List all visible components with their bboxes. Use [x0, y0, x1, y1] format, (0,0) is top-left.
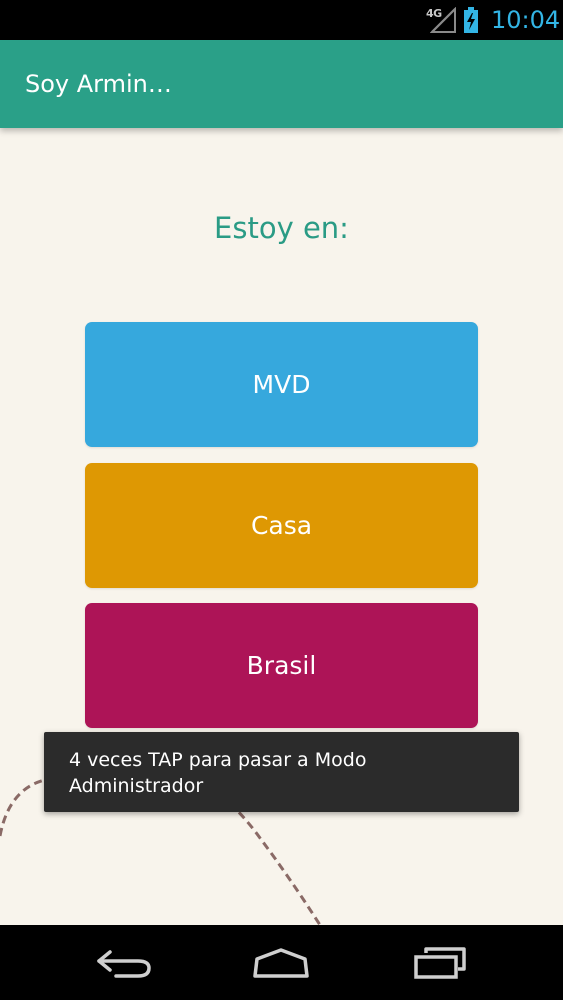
home-icon: [253, 948, 309, 978]
casa-button[interactable]: Casa: [85, 463, 478, 588]
mvd-button[interactable]: MVD: [85, 322, 478, 447]
casa-button-label: Casa: [250, 511, 313, 540]
toast-text: 4 veces TAP para pasar a Modo Administra…: [69, 749, 367, 797]
main-content: Estoy en: MVD Casa Brasil 4 veces TAP pa…: [0, 128, 563, 925]
mvd-button-label: MVD: [252, 370, 311, 399]
app-title: Soy Armin…: [25, 70, 172, 98]
signal-icon: [430, 7, 456, 33]
back-button[interactable]: [93, 941, 157, 985]
navigation-bar: [0, 925, 563, 1000]
battery-charging-icon: [464, 7, 478, 33]
recents-button[interactable]: [408, 941, 472, 985]
back-icon: [97, 950, 151, 978]
page-heading: Estoy en:: [214, 211, 349, 245]
home-button[interactable]: [249, 941, 313, 985]
brasil-button[interactable]: Brasil: [85, 603, 478, 728]
recents-icon: [414, 947, 466, 979]
status-bar: 4G 10:04: [0, 0, 563, 40]
app-bar: Soy Armin…: [0, 40, 563, 128]
brasil-button-label: Brasil: [246, 651, 317, 680]
toast-message: 4 veces TAP para pasar a Modo Administra…: [44, 732, 519, 812]
status-time: 10:04: [491, 6, 561, 34]
